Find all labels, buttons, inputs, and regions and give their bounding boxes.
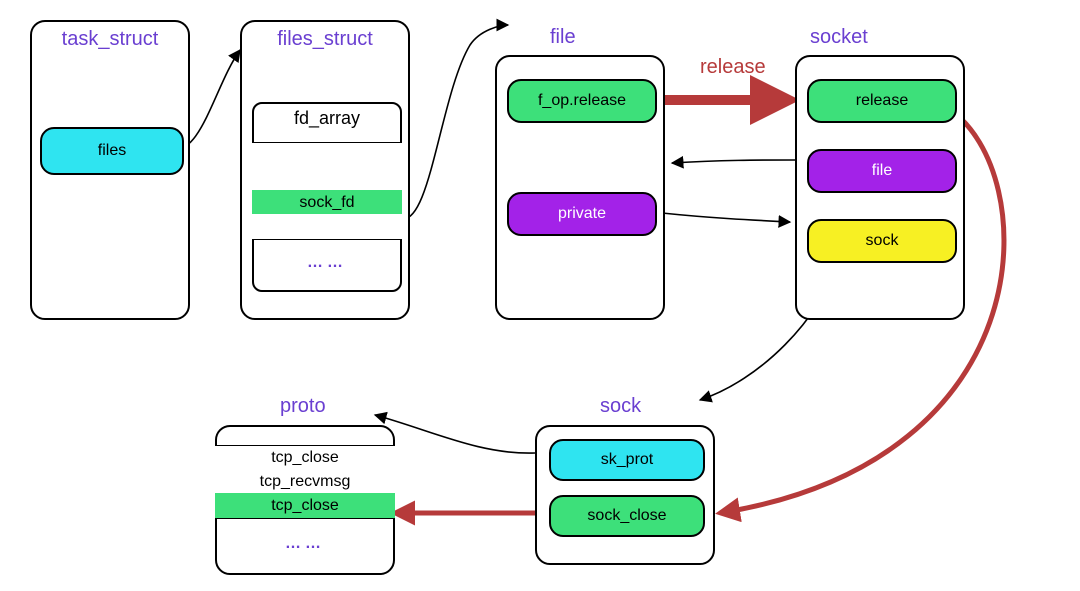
arrow-sockfd-to-file [400, 25, 508, 219]
proto-ellipsis: …… [217, 535, 393, 553]
fd-array-row-1 [252, 166, 402, 192]
proto-row-2-highlight: tcp_close [215, 493, 395, 519]
file-title: file [550, 26, 576, 49]
fd-array-row-0 [252, 142, 402, 168]
release-arrow-label: release [700, 56, 766, 79]
diagram-canvas: task_struct files files_struct fd_array … [0, 0, 1080, 591]
sock-title: sock [600, 395, 641, 418]
fd-array-box: fd_array sock_fd …… [252, 102, 402, 292]
files-struct-box: files_struct fd_array sock_fd …… [240, 20, 410, 320]
fd-array-ellipsis: …… [254, 254, 400, 272]
file-private: private [507, 192, 657, 236]
proto-row-0: tcp_close [215, 445, 395, 471]
sock-skprot: sk_prot [549, 439, 705, 481]
file-box: f_op.release private [495, 55, 665, 320]
socket-box: release file sock [795, 55, 965, 320]
proto-box: tcp_close tcp_recvmsg tcp_close …… [215, 425, 395, 575]
socket-sock: sock [807, 219, 957, 263]
sock-sockclose: sock_close [549, 495, 705, 537]
task-struct-title: task_struct [32, 22, 188, 51]
arrow-skprot-to-proto [375, 415, 535, 453]
fd-array-title: fd_array [254, 104, 400, 129]
socket-release: release [807, 79, 957, 123]
arrow-file-private-to-socket [662, 213, 790, 222]
task-struct-box: task_struct files [30, 20, 190, 320]
fd-array-row-sockfd: sock_fd [252, 190, 402, 216]
fd-array-row-3 [252, 214, 402, 240]
file-fop-release: f_op.release [507, 79, 657, 123]
socket-file: file [807, 149, 957, 193]
proto-title: proto [280, 395, 326, 418]
arrow-socket-file-to-file [672, 160, 795, 163]
files-struct-title: files_struct [242, 22, 408, 51]
task-struct-files-field: files [40, 127, 184, 175]
proto-row-1: tcp_recvmsg [215, 469, 395, 495]
socket-title: socket [810, 26, 868, 49]
sock-box: sk_prot sock_close [535, 425, 715, 565]
